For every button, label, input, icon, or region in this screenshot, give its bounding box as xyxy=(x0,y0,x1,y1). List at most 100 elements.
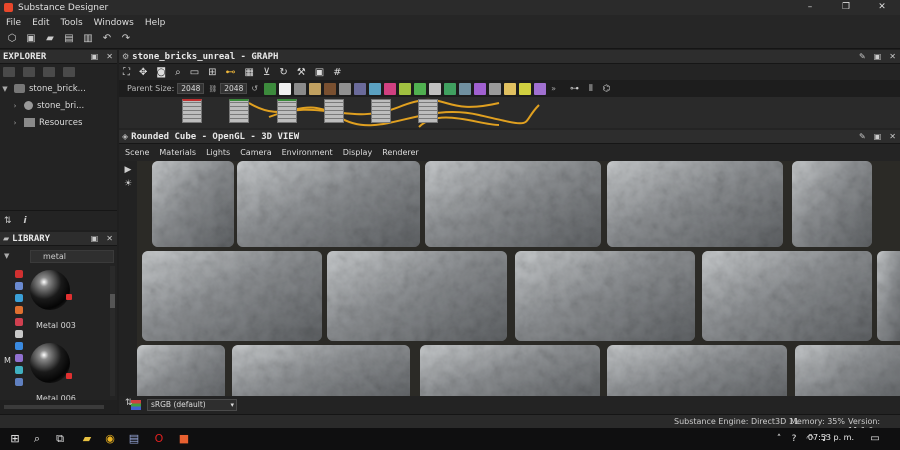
category-icon[interactable] xyxy=(15,330,23,338)
category-icon[interactable] xyxy=(15,366,23,374)
video-camera-icon[interactable]: ▶ xyxy=(119,165,137,175)
frame-all-icon[interactable]: ⛶ xyxy=(123,67,130,78)
atom-node-button[interactable] xyxy=(324,82,337,95)
undo-icon[interactable]: ↶ xyxy=(100,32,114,46)
help-icon[interactable]: ? xyxy=(787,432,801,446)
graph-canvas[interactable] xyxy=(119,97,900,128)
atom-node-button[interactable] xyxy=(339,82,352,95)
link-icon[interactable]: ⛓ xyxy=(208,85,217,93)
sort-icon[interactable]: ⇅ xyxy=(125,398,133,408)
info-icon[interactable]: i xyxy=(24,216,27,226)
chevron-right-icon[interactable]: › xyxy=(10,119,20,127)
3d-viewport[interactable] xyxy=(137,161,900,396)
atom-node-button[interactable] xyxy=(309,82,322,95)
category-icon[interactable] xyxy=(15,282,23,290)
menu-renderer[interactable]: Renderer xyxy=(382,148,419,157)
filter-icon[interactable]: ⇅ xyxy=(4,216,12,226)
output-size-select[interactable]: 2048 xyxy=(220,83,248,94)
windows-start-icon[interactable]: ⊞ xyxy=(8,432,22,446)
more-icon[interactable]: » xyxy=(551,84,556,93)
category-icon[interactable] xyxy=(15,270,23,278)
float-panel-icon[interactable]: ▣ xyxy=(91,234,99,243)
new-package-icon[interactable]: ⬡ xyxy=(5,32,19,46)
atom-node-button[interactable] xyxy=(444,82,457,95)
material-item-metal-003[interactable] xyxy=(30,270,72,310)
graph-node[interactable] xyxy=(182,99,202,123)
link-nodes-icon[interactable]: ⊶ xyxy=(570,84,579,94)
tree-item-package[interactable]: ▼ stone_brick... xyxy=(0,80,117,97)
atom-node-button[interactable] xyxy=(399,82,412,95)
menu-tools[interactable]: Tools xyxy=(61,18,83,28)
graph-node[interactable] xyxy=(229,99,249,123)
opera-icon[interactable]: O xyxy=(152,432,166,446)
menu-scene[interactable]: Scene xyxy=(125,148,149,157)
menu-materials[interactable]: Materials xyxy=(159,148,196,157)
search-icon[interactable]: ⌕ xyxy=(30,432,44,446)
maximize-button[interactable]: ❐ xyxy=(828,0,864,15)
minimize-button[interactable]: – xyxy=(792,0,828,15)
atom-node-button[interactable] xyxy=(264,82,277,95)
category-icon[interactable] xyxy=(15,354,23,362)
reset-icon[interactable]: ↺ xyxy=(251,84,258,93)
menu-environment[interactable]: Environment xyxy=(282,148,333,157)
scrollbar-thumb[interactable] xyxy=(110,294,115,308)
atom-node-button[interactable] xyxy=(519,82,532,95)
new-file-icon[interactable] xyxy=(3,67,15,77)
file-explorer-icon[interactable]: ▰ xyxy=(80,432,94,446)
atom-node-button[interactable] xyxy=(354,82,367,95)
save-package-icon[interactable] xyxy=(43,67,55,77)
substance-designer-taskbar-icon[interactable]: ■ xyxy=(177,432,191,446)
export-icon[interactable]: ▣ xyxy=(315,67,324,78)
atom-node-button[interactable] xyxy=(474,82,487,95)
horizontal-scrollbar[interactable] xyxy=(4,405,104,409)
category-icon[interactable] xyxy=(15,342,23,350)
atom-node-button[interactable] xyxy=(279,82,292,95)
light-bulb-icon[interactable]: ☀ xyxy=(119,179,137,189)
atom-node-button[interactable] xyxy=(384,82,397,95)
reload-icon[interactable]: ↻ xyxy=(279,67,287,78)
atom-node-button[interactable] xyxy=(414,82,427,95)
category-icon[interactable] xyxy=(15,294,23,302)
parent-size-select[interactable]: 2048 xyxy=(177,83,205,94)
chevron-down-icon[interactable]: ▼ xyxy=(4,252,9,260)
refresh-icon[interactable] xyxy=(63,67,75,77)
float-panel-icon[interactable]: ▣ xyxy=(874,52,882,61)
atom-node-button[interactable] xyxy=(534,82,547,95)
graph-node[interactable] xyxy=(324,99,344,123)
close-panel-icon[interactable]: ✕ xyxy=(889,52,896,61)
camera-icon[interactable]: ◙ xyxy=(156,67,166,78)
menu-file[interactable]: File xyxy=(6,18,21,28)
category-icon[interactable] xyxy=(15,318,23,326)
atom-node-button[interactable] xyxy=(294,82,307,95)
menu-camera[interactable]: Camera xyxy=(240,148,271,157)
menu-edit[interactable]: Edit xyxy=(32,18,49,28)
menu-help[interactable]: Help xyxy=(145,18,166,28)
hierarchy-icon[interactable]: ⌬ xyxy=(603,84,611,94)
chrome-icon[interactable]: ◉ xyxy=(103,432,117,446)
task-view-icon[interactable]: ⧉ xyxy=(53,432,67,446)
close-panel-icon[interactable]: ✕ xyxy=(106,52,113,61)
atom-node-button[interactable] xyxy=(429,82,442,95)
atom-node-button[interactable] xyxy=(369,82,382,95)
library-scrollbar[interactable] xyxy=(110,266,115,396)
pin-icon[interactable]: ✎ xyxy=(859,132,866,141)
tree-item-graph[interactable]: › stone_bri... xyxy=(0,97,117,114)
save-all-icon[interactable]: ▥ xyxy=(81,32,95,46)
grid-icon[interactable]: # xyxy=(333,67,341,78)
atom-node-button[interactable] xyxy=(459,82,472,95)
menu-windows[interactable]: Windows xyxy=(94,18,134,28)
save-icon[interactable]: ▤ xyxy=(62,32,76,46)
comment-icon[interactable]: ▭ xyxy=(190,67,199,78)
open-folder-icon[interactable]: ▰ xyxy=(43,32,57,46)
zoom-icon[interactable]: ⌕ xyxy=(175,67,181,78)
pin-icon[interactable]: ✎ xyxy=(859,52,866,61)
chevron-right-icon[interactable]: › xyxy=(10,102,20,110)
menu-lights[interactable]: Lights xyxy=(206,148,230,157)
new-graph-icon[interactable]: ▣ xyxy=(24,32,38,46)
link-mode-icon[interactable]: ⊷ xyxy=(226,67,236,78)
close-button[interactable]: ✕ xyxy=(864,0,900,15)
float-panel-icon[interactable]: ▣ xyxy=(91,52,99,61)
close-panel-icon[interactable]: ✕ xyxy=(106,234,113,243)
tree-item-resources[interactable]: › Resources xyxy=(0,114,117,131)
frame-selected-icon[interactable]: ✥ xyxy=(139,67,147,78)
